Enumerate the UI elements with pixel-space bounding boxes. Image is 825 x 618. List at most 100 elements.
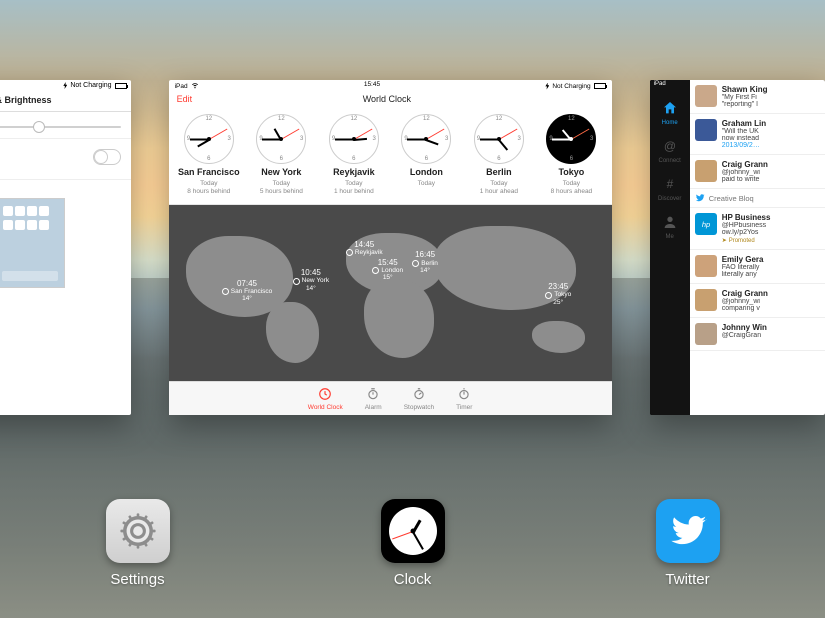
brightness-row <box>0 112 131 139</box>
statusbar: iPad 15:45 Not Charging <box>169 80 612 92</box>
tab-stopwatch[interactable]: Stopwatch <box>404 387 434 411</box>
tweet-row[interactable]: Emily Gera FAO literally literally any <box>690 250 825 284</box>
city-reykjavik[interactable]: 12369 Reykjavik Today1 hour behind <box>320 114 388 196</box>
city-offset: Today8 hours ahead <box>551 180 593 196</box>
creative-bloq-row[interactable]: Creative Bloq <box>690 189 825 208</box>
tweet-row[interactable]: Johnny Win @CraigGran <box>690 318 825 351</box>
twitter-bird-icon <box>695 193 705 203</box>
tweet-author: Craig Grann <box>722 289 820 298</box>
tab-timer[interactable]: Timer <box>456 387 472 411</box>
app-clock[interactable]: Clock <box>381 499 445 588</box>
wallpaper-thumbnail[interactable] <box>0 198 65 288</box>
twitter-icon[interactable] <box>656 499 720 563</box>
city-new-york[interactable]: 12369 New York Today5 hours behind <box>247 114 315 196</box>
city-name: Berlin <box>486 167 512 177</box>
home-icon <box>662 100 678 118</box>
world-map[interactable]: 07:45 San Francisco 14° 10:45 New York 1… <box>169 205 612 381</box>
tweet-link[interactable]: 2013/09/2… <box>722 142 820 149</box>
avatar <box>695 85 717 107</box>
brightness-slider[interactable] <box>0 126 121 128</box>
clock-face-icon: 12369 <box>401 114 451 164</box>
wifi-icon <box>191 81 199 91</box>
map-label-reykjavik: 14:45 Reykjavik <box>346 240 383 257</box>
map-label-london: 15:45 London 15° <box>372 258 403 282</box>
city-berlin[interactable]: 12369 Berlin Today1 hour ahead <box>465 114 533 196</box>
city-offset: Today5 hours behind <box>260 180 303 196</box>
nav-discover[interactable]: # Discover <box>658 176 681 202</box>
nav-label: Connect <box>659 158 681 164</box>
promoted-badge: ➤Promoted <box>722 237 820 244</box>
edit-button[interactable]: Edit <box>177 94 193 104</box>
city-offset: Today8 hours behind <box>187 180 230 196</box>
city-offset: Today <box>418 180 435 188</box>
nav-label: Discover <box>658 196 681 202</box>
tweet-text: "reporting" l <box>722 101 820 108</box>
app-twitter[interactable]: Twitter <box>656 499 720 588</box>
creative-bloq-label: Creative Bloq <box>709 194 754 203</box>
tweet-author: Graham Lin <box>722 119 820 128</box>
card-clock[interactable]: iPad 15:45 Not Charging Edit World Clock… <box>169 80 612 415</box>
tab-world-clock[interactable]: World Clock <box>308 387 343 411</box>
city-offset: Today1 hour ahead <box>480 180 518 196</box>
tab-icon <box>366 387 380 403</box>
tweet-text: comparing v <box>722 305 820 312</box>
tweet-author: Emily Gera <box>722 255 820 264</box>
statusbar: iPad <box>650 80 825 88</box>
tab-alarm[interactable]: Alarm <box>365 387 382 411</box>
nav-home[interactable]: Home <box>662 100 678 126</box>
tweet-row[interactable]: Craig Grann @johnny_wi comparing v <box>690 284 825 318</box>
statusbar-time: 15:45 <box>364 81 380 91</box>
bolt-icon <box>63 82 67 89</box>
card-twitter[interactable]: iPad Home @Connect # Discover Me Shawn King … <box>650 80 825 415</box>
clock-face-icon: 12369 <box>256 114 306 164</box>
settings-section-title: apers & Brightness <box>0 91 131 112</box>
clock-face-icon: 12369 <box>546 114 596 164</box>
avatar <box>695 323 717 345</box>
tweet-text: @johnny_wi <box>722 169 820 176</box>
clock-icon[interactable] <box>381 499 445 563</box>
tweet-row[interactable]: hp HP Business @HPbusiness ow.ly/p2Yos ➤… <box>690 208 825 250</box>
tweet-text: @HPbusiness <box>722 222 820 229</box>
tweet-text: paid to write <box>722 176 820 183</box>
tweet-author: Johnny Win <box>722 323 820 332</box>
tweet-text: "Will the UK <box>722 128 820 135</box>
map-label-san-francisco: 07:45 San Francisco 14° <box>222 279 273 303</box>
app-switcher-cards[interactable]: Not Charging apers & Brightness iPad 1 <box>0 80 825 420</box>
tweet-author: HP Business <box>722 213 820 222</box>
city-name: San Francisco <box>178 167 240 177</box>
card-settings[interactable]: Not Charging apers & Brightness <box>0 80 131 415</box>
svg-text:#: # <box>666 177 673 191</box>
city-san-francisco[interactable]: 12369 San Francisco Today8 hours behind <box>175 114 243 196</box>
settings-icon[interactable] <box>106 499 170 563</box>
map-label-tokyo: 23:45 Tokyo 25° <box>545 282 571 306</box>
weather-icon <box>545 292 552 299</box>
tab-icon <box>318 387 332 403</box>
tweet-text: @johnny_wi <box>722 298 820 305</box>
charge-label: Not Charging <box>70 82 111 89</box>
twitter-feed[interactable]: Shawn King "My First Fi "reporting" l Gr… <box>690 80 825 415</box>
avatar <box>695 160 717 182</box>
app-label: Clock <box>394 571 432 588</box>
battery-icon <box>115 83 127 89</box>
city-name: Reykjavik <box>333 167 375 177</box>
clock-faces-row: 12369 San Francisco Today8 hours behind … <box>169 106 612 205</box>
weather-icon <box>222 288 229 295</box>
toggle-switch[interactable] <box>93 149 121 165</box>
weather-icon <box>293 278 300 285</box>
app-label: Twitter <box>665 571 709 588</box>
tweet-row[interactable]: Graham Lin "Will the UK now instead 2013… <box>690 114 825 155</box>
app-settings[interactable]: Settings <box>106 499 170 588</box>
clock-face-icon: 12369 <box>474 114 524 164</box>
city-tokyo[interactable]: 12369 Tokyo Today8 hours ahead <box>537 114 605 196</box>
clock-header: Edit World Clock <box>169 92 612 106</box>
statusbar: Not Charging <box>0 80 131 91</box>
device-label: iPad <box>654 81 666 87</box>
tweet-row[interactable]: Craig Grann @johnny_wi paid to write <box>690 155 825 189</box>
tweet-text: FAO literally <box>722 264 820 271</box>
city-london[interactable]: 12369 London Today <box>392 114 460 196</box>
app-switcher-icons: Settings Clock Twitter <box>0 499 825 588</box>
nav-connect[interactable]: @Connect <box>659 138 681 164</box>
slider-knob[interactable] <box>33 121 45 133</box>
tab-label: Timer <box>456 404 472 411</box>
nav-me[interactable]: Me <box>662 214 678 240</box>
